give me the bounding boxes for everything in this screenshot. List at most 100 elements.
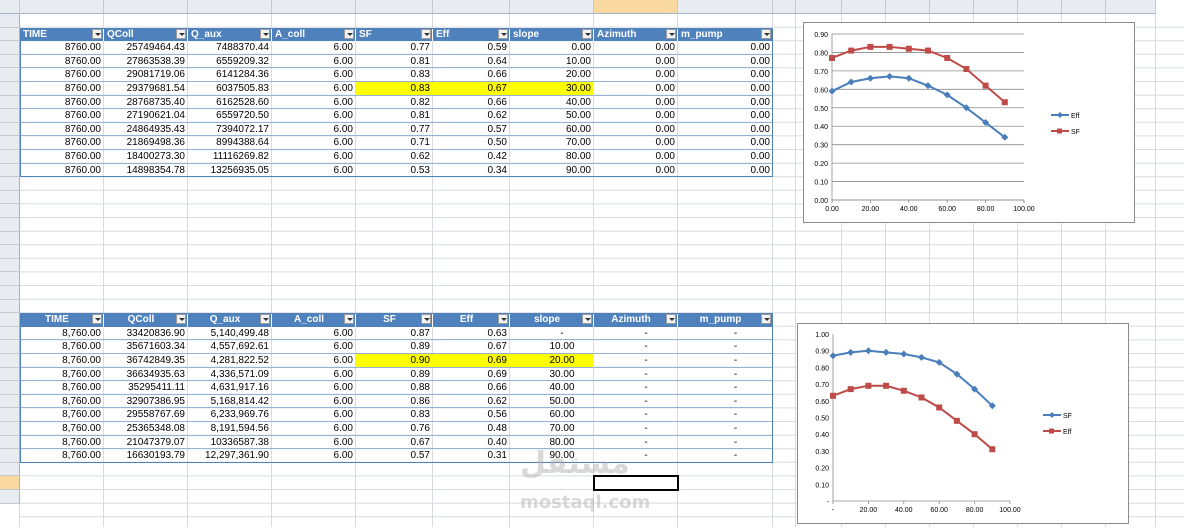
row-header-17[interactable]: [0, 231, 20, 246]
row-header-27[interactable]: [0, 367, 20, 382]
row-header-35[interactable]: [0, 476, 20, 490]
y-tick-label: 0.50: [815, 416, 829, 423]
x-tick-label: 20.00: [862, 206, 880, 213]
row-header-6[interactable]: [0, 82, 20, 96]
column-header-l[interactable]: [842, 0, 886, 14]
column-header-n[interactable]: [930, 0, 974, 14]
column-header-g[interactable]: [510, 0, 594, 14]
x-tick-label: 100.00: [999, 507, 1021, 514]
row-header-13[interactable]: [0, 177, 20, 191]
row-header-34[interactable]: [0, 462, 20, 477]
y-tick-label: 0.90: [814, 32, 828, 39]
row-header-29[interactable]: [0, 394, 20, 409]
column-header-e[interactable]: [356, 0, 433, 14]
column-header-j[interactable]: [773, 0, 796, 14]
line-chart-svg: - 0.10 0.20 0.30 0.40 0.50 0.60 0.70 0.80 0.90 1.0…: [815, 332, 1072, 514]
row-header-19[interactable]: [0, 258, 20, 273]
row-header-36[interactable]: [0, 490, 20, 504]
data-point-eff: [883, 382, 890, 389]
row-header-9[interactable]: [0, 122, 20, 137]
data-point-sf: [1001, 99, 1008, 106]
legend-marker: [1057, 112, 1063, 118]
legend-label-eff: Eff: [1071, 113, 1079, 120]
row-header-26[interactable]: [0, 354, 20, 368]
y-tick-label: 0.30: [815, 449, 829, 456]
data-point-sf: [944, 54, 951, 61]
row-header-11[interactable]: [0, 150, 20, 164]
column-header-r[interactable]: [1106, 0, 1156, 14]
chart-cairo[interactable]: 0.00 0.10 0.20 0.30 0.40 0.50 0.60 0.70 0.80 0.90…: [803, 22, 1135, 223]
data-point-eff: [900, 387, 907, 394]
y-tick-label: 0.10: [814, 180, 828, 187]
row-header-31[interactable]: [0, 422, 20, 436]
cairo-table-border: [20, 27, 773, 178]
y-tick-label: 1.00: [815, 332, 829, 339]
y-tick-label: 0.40: [815, 432, 829, 439]
row-header-18[interactable]: [0, 245, 20, 259]
row-header-12[interactable]: [0, 163, 20, 178]
x-tick-label: 100.00: [1013, 206, 1035, 213]
select-all-corner[interactable]: [0, 0, 20, 14]
chart-aswan[interactable]: - 0.10 0.20 0.30 0.40 0.50 0.60 0.70 0.80 0.90 1.0…: [797, 323, 1129, 524]
y-tick-label: 0.20: [814, 161, 828, 168]
row-header-24[interactable]: [0, 326, 20, 341]
column-header-d[interactable]: [272, 0, 356, 14]
data-point-eff: [924, 82, 932, 90]
column-header-c[interactable]: [188, 0, 272, 14]
row-header-33[interactable]: [0, 449, 20, 463]
row-header-25[interactable]: [0, 340, 20, 354]
row-header-22[interactable]: [0, 299, 20, 314]
row-header-32[interactable]: [0, 435, 20, 450]
legend-marker: [1057, 128, 1062, 134]
x-tick-label: 80.00: [977, 206, 995, 213]
column-header-h[interactable]: [594, 0, 678, 14]
data-point-eff: [918, 394, 925, 401]
row-header-10[interactable]: [0, 136, 20, 150]
row-header-7[interactable]: [0, 95, 20, 110]
column-header-b[interactable]: [104, 0, 188, 14]
y-tick-label: 0.90: [815, 349, 829, 356]
aswan-table-border: [20, 313, 773, 463]
data-point-sf: [829, 352, 837, 360]
y-tick-label: 0.80: [815, 365, 829, 372]
column-header-o[interactable]: [974, 0, 1018, 14]
row-header-8[interactable]: [0, 109, 20, 123]
x-tick-label: -: [832, 507, 835, 514]
legend-label-sf: SF: [1063, 413, 1072, 420]
row-header-23[interactable]: [0, 313, 20, 327]
data-point-eff: [847, 386, 854, 393]
row-header-28[interactable]: [0, 381, 20, 395]
data-point-eff: [971, 431, 978, 438]
x-tick-label: 0.00: [825, 206, 839, 213]
row-header-14[interactable]: [0, 190, 20, 205]
row-header-4[interactable]: [0, 54, 20, 69]
column-header-i[interactable]: [678, 0, 773, 14]
column-header-p[interactable]: [1018, 0, 1062, 14]
row-header-30[interactable]: [0, 408, 20, 422]
column-header-f[interactable]: [433, 0, 510, 14]
column-header-k[interactable]: [796, 0, 842, 14]
data-point-eff: [905, 74, 913, 82]
y-tick-label: 0.30: [814, 143, 828, 150]
series-line-eff: [832, 384, 993, 450]
row-header-5[interactable]: [0, 68, 20, 82]
data-point-sf: [925, 47, 931, 54]
row-header-3[interactable]: [0, 41, 20, 55]
row-header-15[interactable]: [0, 204, 20, 218]
column-header-m[interactable]: [886, 0, 930, 14]
row-header-21[interactable]: [0, 286, 20, 300]
series-line-eff: [831, 75, 1006, 139]
column-header-a[interactable]: [20, 0, 104, 14]
data-point-sf: [905, 45, 912, 52]
row-header-1[interactable]: [0, 14, 20, 28]
data-point-sf: [867, 43, 874, 50]
x-tick-label: 60.00: [938, 206, 956, 213]
column-header-q[interactable]: [1062, 0, 1106, 14]
data-point-sf: [848, 47, 855, 54]
y-tick-label: 0.20: [815, 466, 829, 473]
row-header-20[interactable]: [0, 272, 20, 286]
y-tick-label: 0.60: [815, 399, 829, 406]
data-point-sf: [963, 66, 970, 73]
row-header-2[interactable]: [0, 27, 20, 42]
row-header-16[interactable]: [0, 218, 20, 232]
